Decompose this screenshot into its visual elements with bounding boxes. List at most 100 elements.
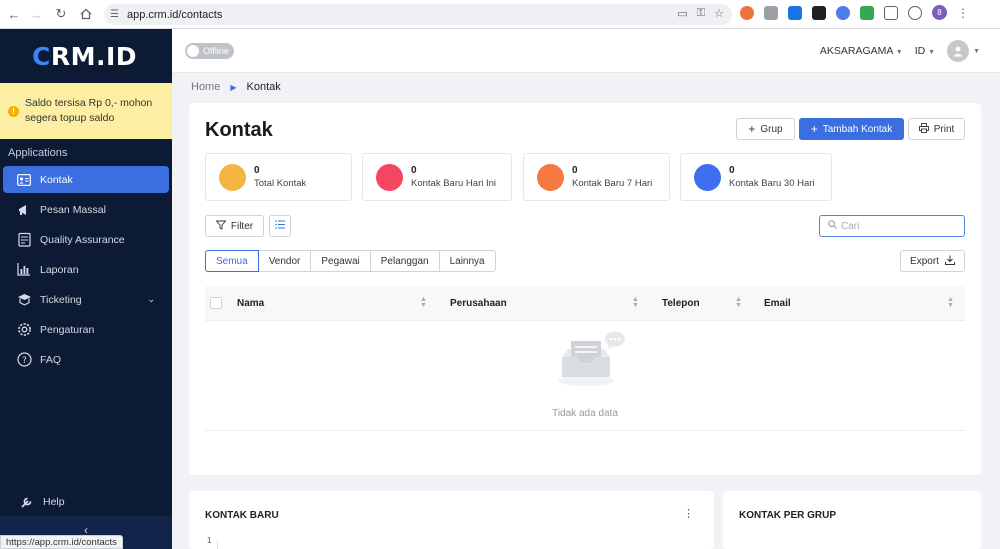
column-header-perusahaan[interactable]: Perusahaan [450,286,507,321]
axis-tick-label: 1 [207,536,212,545]
forward-arrow-icon[interactable]: → [24,2,48,26]
svg-text:?: ? [22,356,27,366]
user-menu[interactable]: ▼ [947,40,980,62]
extension-icon[interactable] [812,5,826,20]
export-button[interactable]: Export [900,250,965,272]
filter-button[interactable]: Filter [205,215,264,237]
add-contact-label: Tambah Kontak [822,123,893,135]
table-header: Nama ▲ ▼ Perusahaan ▲ ▼ Telepon ▲ ▼ Email ▲… [205,286,965,321]
stat-label: Kontak Baru 30 Hari [729,178,815,189]
search-box[interactable] [819,215,965,237]
stat-value: 0 [572,165,578,176]
sidebar-item-laporan[interactable]: Laporan [3,256,169,283]
address-bar[interactable]: ☰ app.crm.id/contacts ▭ ⚿ ☆ [104,4,732,25]
history-icon[interactable] [908,5,922,20]
clipboard-check-icon [16,232,32,248]
logo-text: RM.ID [50,41,138,71]
print-button[interactable]: Print [908,118,965,140]
tab-pegawai[interactable]: Pegawai [310,250,371,272]
bar-chart-icon [16,262,32,278]
more-options-icon[interactable]: ⋮ [683,507,694,520]
search-input[interactable] [841,220,961,232]
sidebar-item-label: Kontak [40,173,73,186]
sort-icon[interactable]: ▲ ▼ [632,296,639,309]
ticket-icon [16,292,32,308]
sidebar: CRM.ID ! Saldo tersisa Rp 0,- mohon sege… [0,29,172,549]
extension-icon[interactable] [788,5,802,20]
stat-new-today: 0 Kontak Baru Hari Ini [362,153,512,201]
sort-icon[interactable]: ▲ ▼ [947,296,954,309]
stat-new-7-days: 0 Kontak Baru 7 Hari [523,153,670,201]
search-icon [828,220,837,232]
stat-dot [219,163,246,191]
sidebar-item-quality-assurance[interactable]: Quality Assurance [3,226,169,253]
sidebar-item-ticketing[interactable]: Ticketing ⌄ [3,286,169,313]
stat-total-contacts: 0 Total Kontak [205,153,352,201]
group-button-label: Grup [760,123,783,135]
back-arrow-icon[interactable]: ← [2,2,26,26]
sidebar-item-pengaturan[interactable]: Pengaturan [3,316,169,343]
group-button[interactable]: + Grup [736,118,795,140]
empty-state-text: Tidak ada data [552,408,618,419]
link-status-bar: https://app.crm.id/contacts [0,535,123,549]
balance-notice-text: Saldo tersisa Rp 0,- mohon segera topup … [25,97,153,124]
funnel-icon [215,220,227,233]
filter-label: Filter [230,220,254,232]
sidebar-item-pesan-massal[interactable]: Pesan Massal [3,196,169,223]
contact-card-icon [16,172,32,188]
cast-icon[interactable]: ▭ [677,7,687,20]
tab-lainnya[interactable]: Lainnya [438,250,496,272]
chevron-down-icon[interactable]: ⌄ [147,294,155,305]
toggle-label: Offline [203,46,229,56]
language-dropdown[interactable]: ID ▼ [915,45,935,57]
organization-name: AKSARAGAMA [819,45,893,57]
sidebar-item-kontak[interactable]: Kontak [3,166,169,193]
new-contacts-card: KONTAK BARU ⋮ 1 [189,491,714,549]
browser-menu-icon[interactable]: ⋮ [957,6,969,20]
sort-icon[interactable]: ▲ ▼ [420,296,427,309]
stat-dot [376,163,403,191]
stat-value: 0 [729,165,735,176]
bookmark-star-icon[interactable]: ☆ [714,7,724,20]
stat-label: Kontak Baru 7 Hari [572,178,653,189]
column-header-email[interactable]: Email [764,286,791,321]
column-settings-button[interactable] [269,215,291,237]
add-contact-button[interactable]: + Tambah Kontak [799,118,904,140]
axis-line [217,541,218,549]
extension-icon[interactable] [740,5,754,20]
extension-icon[interactable] [764,5,778,20]
stat-dot [537,163,564,191]
reload-icon[interactable]: ↻ [49,2,73,26]
sort-icon[interactable]: ▲ ▼ [735,296,742,309]
logo-mark-icon: C [32,41,51,71]
tab-semua[interactable]: Semua [205,250,259,272]
home-icon[interactable] [74,2,98,26]
tab-pelanggan[interactable]: Pelanggan [369,250,440,272]
export-label: Export [910,255,939,267]
site-settings-icon[interactable]: ☰ [110,9,119,20]
page-title: Kontak [205,119,273,141]
profile-avatar[interactable]: 8 [932,5,947,20]
organization-dropdown[interactable]: AKSARAGAMA ▼ [820,45,903,57]
warning-icon: ! [8,105,19,117]
column-header-telepon[interactable]: Telepon [662,286,700,321]
key-icon[interactable]: ⚿ [697,7,705,20]
breadcrumb: Home ▶ Kontak [191,81,281,93]
extension-icon[interactable] [836,5,850,20]
app-logo[interactable]: CRM.ID [0,29,172,83]
column-header-nama[interactable]: Nama [237,286,264,321]
sidebar-item-faq[interactable]: ? FAQ [3,346,169,373]
stat-dot [694,163,721,191]
print-label: Print [933,123,955,135]
table-empty-state: Tidak ada data [205,321,965,431]
question-icon: ? [16,352,32,368]
stat-label: Kontak Baru Hari Ini [411,178,497,189]
sidebar-item-help[interactable]: Help [6,488,65,515]
online-status-toggle[interactable]: Offline [185,43,234,59]
tab-vendor[interactable]: Vendor [257,250,312,272]
select-all-checkbox[interactable] [210,297,222,309]
breadcrumb-separator-icon: ▶ [230,82,237,92]
breadcrumb-home[interactable]: Home [191,81,220,93]
puzzle-icon[interactable] [884,5,898,20]
extension-icon[interactable] [860,5,874,20]
